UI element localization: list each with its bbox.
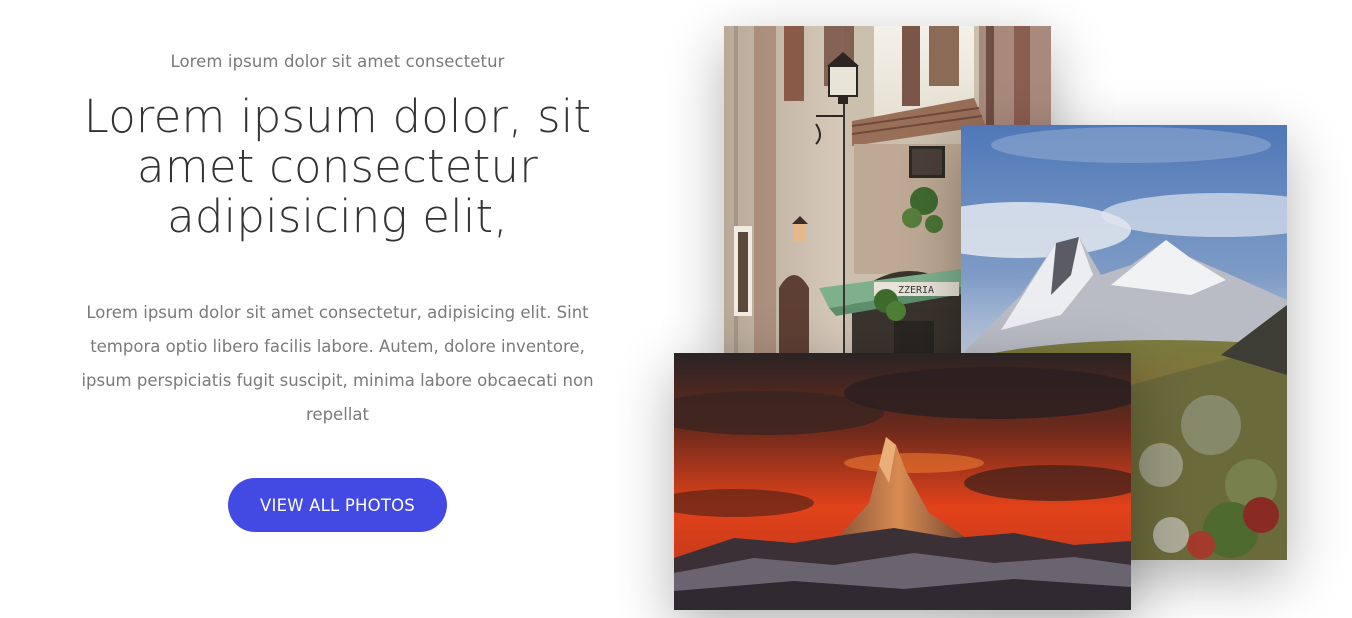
headline-line-3: adipisicing elit, bbox=[167, 190, 508, 243]
hero-body-text: Lorem ipsum dolor sit amet consectetur, … bbox=[81, 303, 594, 424]
sunset-mountain-photo[interactable] bbox=[674, 353, 1131, 610]
sunset-mountain-image bbox=[674, 353, 1131, 610]
view-all-photos-button[interactable]: VIEW ALL PHOTOS bbox=[228, 478, 447, 532]
pizzeria-sign-text: ZZERIA bbox=[898, 285, 934, 296]
hero-text-column: Lorem ipsum dolor sit amet consectetur L… bbox=[40, 0, 635, 618]
headline-line-1: Lorem ipsum dolor, sit bbox=[83, 90, 592, 143]
hero-headline: Lorem ipsum dolor, sit amet consectetur … bbox=[40, 92, 635, 242]
headline-line-2: amet consectetur bbox=[137, 140, 538, 193]
hero-eyebrow: Lorem ipsum dolor sit amet consectetur bbox=[170, 52, 505, 71]
